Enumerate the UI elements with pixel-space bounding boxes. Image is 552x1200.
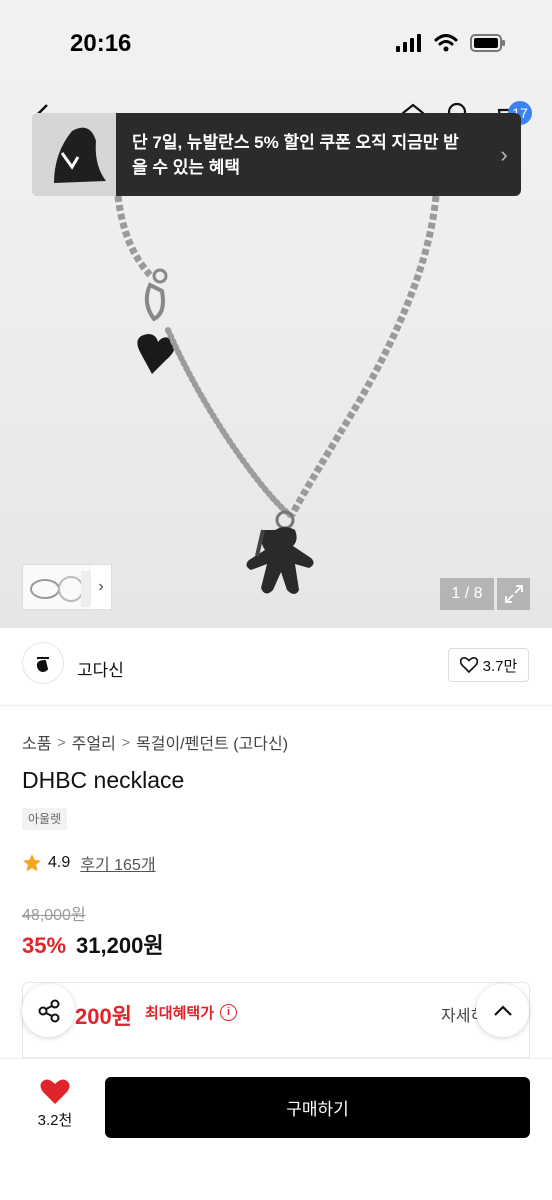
star-icon [23, 854, 41, 872]
heart-filled-icon [40, 1079, 70, 1104]
fullscreen-icon [504, 585, 523, 603]
brand-like-count: 3.7만 [482, 657, 518, 675]
chevron-right-icon: > [57, 734, 66, 750]
original-price: 48,000원 [22, 907, 86, 924]
wifi-icon [434, 34, 458, 52]
brand-row: 고다신 3.7만 [0, 628, 552, 706]
promo-text: 단 7일, 뉴발란스 5% 할인 쿠폰 오직 지금만 받을 수 있는 혜택 [132, 132, 459, 177]
product-title: DHBC necklace [22, 767, 185, 793]
rating-row: 4.9 후기 165개 [22, 851, 156, 875]
thumbnail-image [23, 565, 91, 609]
chevron-right-icon: > [121, 734, 130, 750]
breadcrumb-item[interactable]: 주얼리 [72, 730, 116, 754]
status-icons [396, 34, 506, 52]
product-image-gallery[interactable]: 20:16 17 단 7일, 뉴발란스 5% 할인 쿠폰 오직 지금만 받을 수… [0, 0, 552, 628]
chevron-up-icon [493, 1004, 512, 1016]
battery-icon [470, 34, 505, 52]
signal-icon [396, 34, 421, 52]
status-bar: 20:16 [0, 0, 552, 90]
discount-rate: 35% [22, 933, 67, 958]
brand-logo[interactable] [22, 642, 64, 684]
promo-thumbnail [32, 113, 116, 196]
breadcrumb-item[interactable]: 소품 [22, 730, 51, 754]
sneaker-image [32, 113, 116, 196]
benefit-label: 최대혜택가 i [145, 1002, 238, 1023]
price-row: 35% 31,200원 [22, 928, 164, 960]
breadcrumb: 소품 > 주얼리 > 목걸이/펜던트 (고다신) [22, 730, 288, 754]
sale-price: 31,200원 [76, 933, 164, 958]
heart-outline-icon [459, 657, 478, 673]
bottom-action-bar: 3.2천 구매하기 [0, 1058, 552, 1200]
breadcrumb-item[interactable]: 목걸이/펜던트 (고다신) [136, 730, 288, 754]
benefit-label-text: 최대혜택가 [145, 1005, 215, 1022]
brand-name[interactable]: 고다신 [77, 656, 124, 681]
info-icon[interactable]: i [220, 1004, 238, 1021]
brand-like-button[interactable]: 3.7만 [448, 648, 529, 682]
chevron-right-icon: › [500, 141, 508, 167]
review-link[interactable]: 후기 165개 [80, 851, 155, 875]
buy-button[interactable]: 구매하기 [105, 1077, 530, 1138]
brand-logo-mark [36, 657, 49, 672]
status-time: 20:16 [70, 30, 132, 57]
benefit-price: 200원 [75, 1004, 132, 1029]
thumbnail-next[interactable]: › [91, 578, 111, 596]
page-counter: 1 / 8 [440, 578, 494, 610]
wishlist-button[interactable]: 3.2천 [26, 1079, 84, 1130]
outlet-badge: 아울렛 [22, 808, 68, 830]
gallery-thumbnail[interactable]: › [22, 564, 112, 610]
rating-score: 4.9 [48, 854, 71, 871]
fullscreen-button[interactable] [497, 578, 530, 610]
share-button[interactable] [22, 984, 75, 1037]
scroll-top-button[interactable] [476, 984, 529, 1037]
promo-banner[interactable]: 단 7일, 뉴발란스 5% 할인 쿠폰 오직 지금만 받을 수 있는 혜택 › [32, 113, 521, 196]
share-icon [38, 999, 59, 1022]
wishlist-count: 3.2천 [37, 1112, 73, 1129]
